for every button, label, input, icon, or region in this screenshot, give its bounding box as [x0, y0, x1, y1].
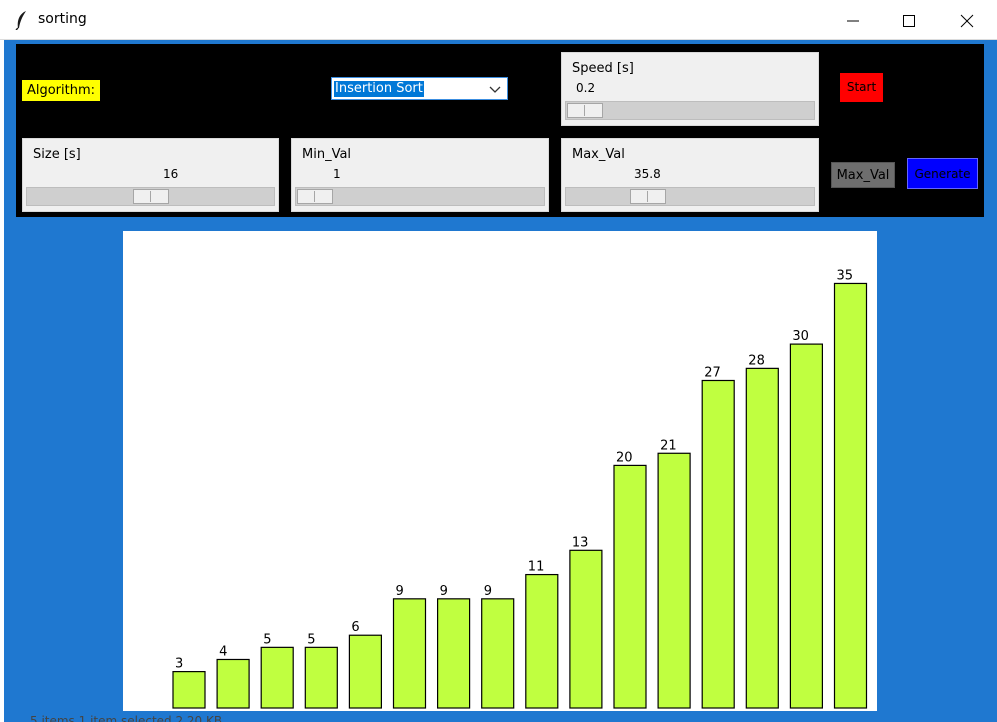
- feather-icon: [15, 11, 26, 30]
- window-title: sorting: [38, 11, 87, 27]
- bar-value-label: 6: [351, 620, 359, 635]
- max-val-slider[interactable]: [565, 187, 815, 206]
- bar: [789, 343, 824, 709]
- size-slider-thumb[interactable]: [132, 189, 169, 204]
- close-icon[interactable]: [956, 10, 978, 32]
- bar: [745, 367, 779, 709]
- bar: [392, 598, 427, 709]
- speed-label: Speed [s]: [572, 61, 634, 76]
- bar: [260, 646, 294, 709]
- status-bar-text: 5 items 1 item selected 2.20 KB: [30, 714, 223, 722]
- bar: [481, 598, 515, 709]
- max-val-slider-box: Max_Val 35.8: [561, 138, 819, 212]
- maximize-icon[interactable]: [898, 10, 920, 32]
- bar: [657, 452, 691, 709]
- bar-value-label: 11: [528, 560, 545, 575]
- algorithm-label: Algorithm:: [22, 80, 100, 101]
- speed-slider-thumb[interactable]: [567, 103, 603, 118]
- size-slider-box: Size [s] 16: [22, 138, 279, 212]
- bar: [525, 573, 559, 709]
- max-val-value: 35.8: [634, 167, 661, 181]
- bar: [437, 598, 471, 709]
- bar-value-label: 35: [837, 268, 854, 283]
- bar-value-label: 9: [484, 584, 492, 599]
- generate-button[interactable]: Generate: [907, 158, 978, 189]
- bar: [348, 634, 382, 709]
- bar-value-label: 3: [175, 657, 183, 672]
- title-bar: sorting: [0, 0, 997, 40]
- bar-value-label: 28: [748, 353, 765, 368]
- max-val-button[interactable]: Max_Val: [831, 162, 895, 188]
- speed-slider-box: Speed [s] 0.2: [561, 52, 819, 126]
- bar-value-label: 9: [440, 584, 448, 599]
- bar-value-label: 30: [792, 329, 809, 344]
- minimize-icon[interactable]: [842, 10, 864, 32]
- speed-slider[interactable]: [565, 101, 815, 120]
- bar-chart: 3 4 5 5 6 9 9 9 11 13 20 21 27 28 30 35: [172, 268, 868, 709]
- bar: [613, 464, 647, 709]
- min-val-slider-thumb[interactable]: [297, 189, 333, 204]
- max-val-label: Max_Val: [572, 147, 625, 162]
- min-val-value: 1: [333, 167, 341, 181]
- bar-value-label: 21: [660, 438, 677, 453]
- bar: [569, 549, 603, 709]
- algorithm-dropdown[interactable]: Insertion Sort: [331, 77, 508, 100]
- bar-value-label: 9: [396, 584, 404, 599]
- start-button[interactable]: Start: [840, 73, 883, 102]
- bar-value-label: 5: [263, 632, 271, 647]
- sorting-canvas: 3 4 5 5 6 9 9 9 11 13 20 21 27 28 30 35: [123, 231, 877, 711]
- bar-value-label: 4: [219, 644, 227, 659]
- bar: [833, 282, 868, 709]
- bar-value-label: 13: [572, 535, 589, 550]
- bar: [216, 658, 250, 709]
- size-slider[interactable]: [26, 187, 275, 206]
- bar: [172, 671, 206, 709]
- min-val-slider[interactable]: [295, 187, 545, 206]
- bar-value-label: 27: [704, 365, 721, 380]
- algorithm-selected-value: Insertion Sort: [334, 81, 424, 97]
- min-val-label: Min_Val: [302, 147, 352, 162]
- bar-value-label: 20: [616, 450, 633, 465]
- bar: [701, 379, 735, 709]
- speed-value: 0.2: [576, 81, 596, 95]
- bar: [304, 646, 338, 709]
- size-label: Size [s]: [33, 147, 81, 162]
- bar-value-label: 5: [307, 632, 315, 647]
- chevron-down-icon: [489, 86, 501, 93]
- min-val-slider-box: Min_Val 1: [291, 138, 549, 212]
- max-val-slider-thumb[interactable]: [630, 189, 666, 204]
- size-value: 16: [163, 167, 179, 181]
